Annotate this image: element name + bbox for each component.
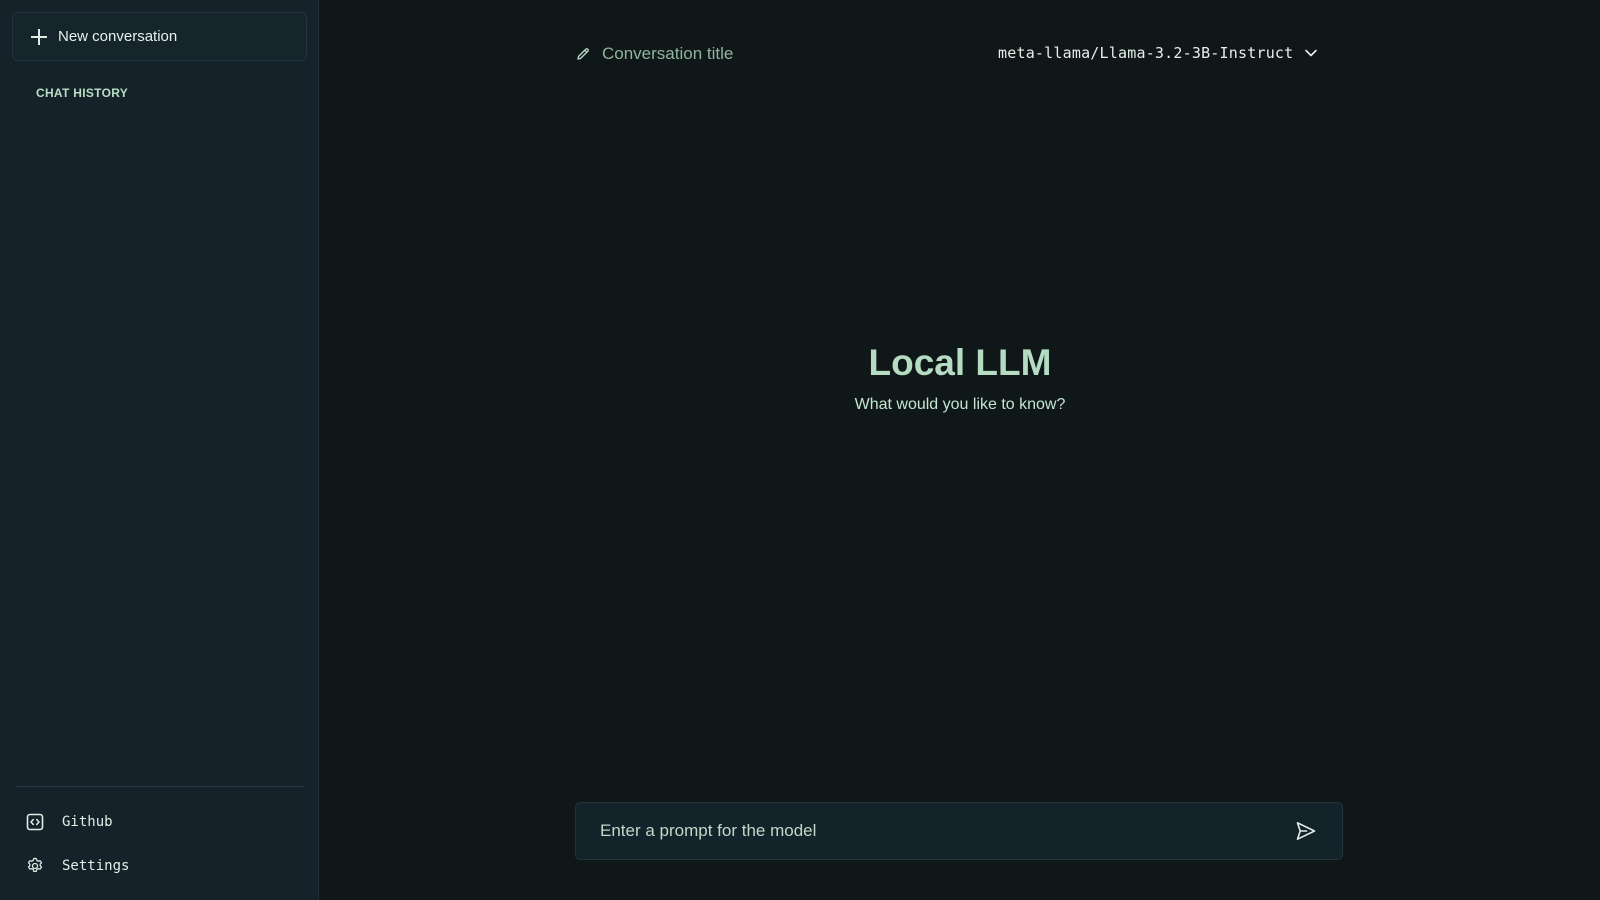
github-link[interactable]: Github bbox=[25, 810, 113, 834]
send-button[interactable] bbox=[1278, 803, 1334, 859]
model-selector[interactable]: meta-llama/Llama-3.2-3B-Instruct bbox=[998, 44, 1319, 62]
chevron-down-icon bbox=[1303, 45, 1319, 61]
conversation-title-field[interactable]: Conversation title bbox=[575, 44, 733, 64]
app-window: New conversation CHAT HISTORY Github Set… bbox=[0, 0, 1600, 900]
settings-link[interactable]: Settings bbox=[25, 854, 129, 878]
send-icon bbox=[1296, 822, 1316, 840]
pencil-icon bbox=[575, 46, 591, 62]
plus-icon bbox=[31, 28, 47, 45]
welcome-hero-content: Local LLM What would you like to know? bbox=[806, 342, 1114, 414]
new-conversation-button[interactable]: New conversation bbox=[12, 12, 307, 61]
prompt-box bbox=[575, 802, 1343, 860]
hero-title: Local LLM bbox=[868, 342, 1052, 383]
chat-history-heading: CHAT HISTORY bbox=[36, 86, 129, 100]
settings-link-label: Settings bbox=[62, 858, 130, 874]
code-box-icon bbox=[25, 812, 45, 832]
prompt-input[interactable] bbox=[576, 802, 1278, 860]
hero-subtitle: What would you like to know? bbox=[854, 396, 1066, 413]
sidebar-divider bbox=[16, 786, 304, 787]
new-conversation-label: New conversation bbox=[58, 28, 178, 45]
main-panel: Conversation title meta-llama/Llama-3.2-… bbox=[319, 0, 1600, 900]
sidebar: New conversation CHAT HISTORY Github Set… bbox=[0, 0, 319, 900]
gear-icon bbox=[25, 856, 45, 876]
model-name: meta-llama/Llama-3.2-3B-Instruct bbox=[998, 44, 1294, 62]
conversation-title: Conversation title bbox=[602, 44, 734, 63]
github-link-label: Github bbox=[62, 814, 113, 830]
